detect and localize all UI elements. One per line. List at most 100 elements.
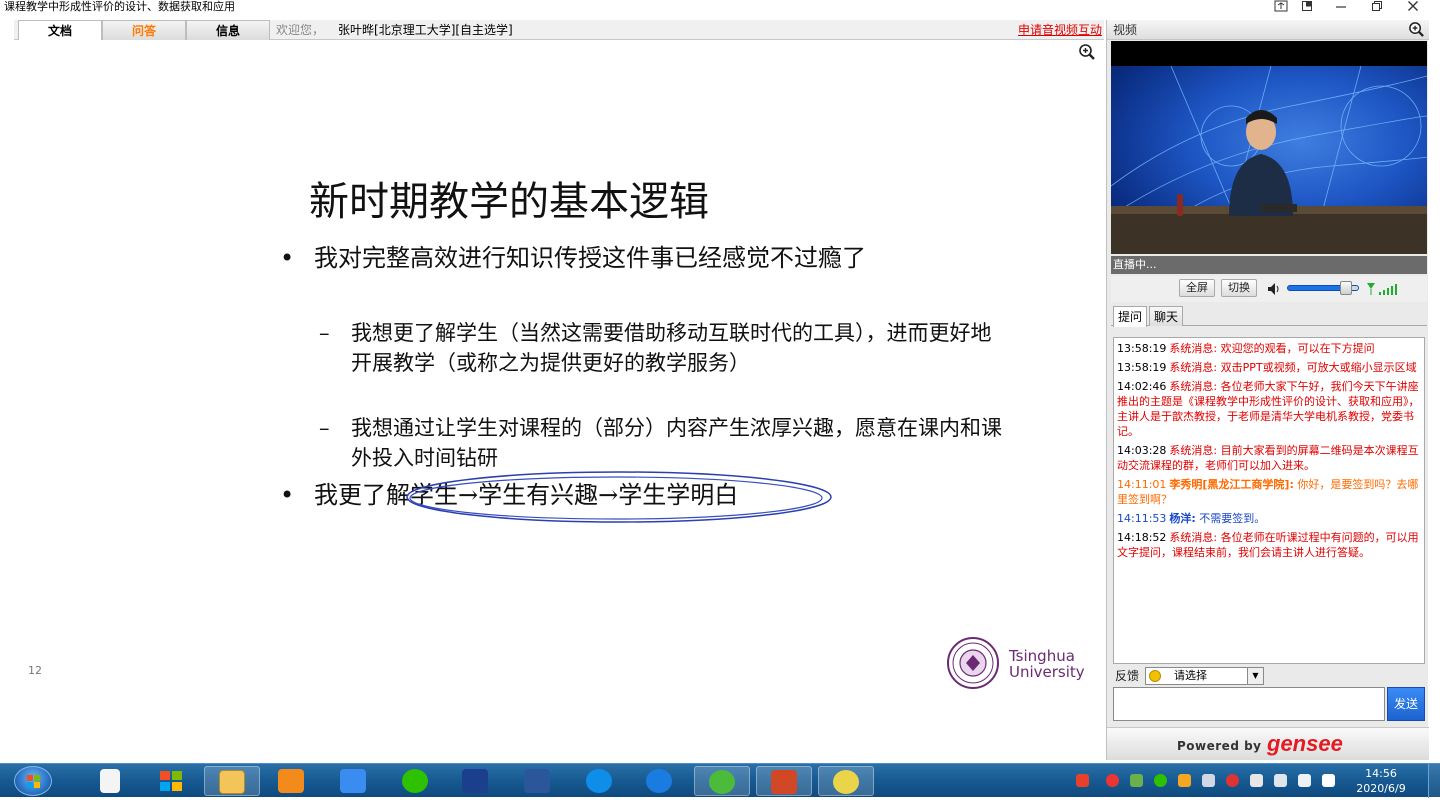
apply-av-interaction-link[interactable]: 申请音视频互动 xyxy=(1018,22,1102,38)
tab-chat[interactable]: 聊天 xyxy=(1149,306,1183,326)
taskbar-app-document[interactable] xyxy=(82,766,138,796)
slide-title: 新时期教学的基本逻辑 xyxy=(309,179,709,225)
taskbar-app-wechat[interactable] xyxy=(388,766,444,796)
taskbar-app-office[interactable] xyxy=(144,766,200,796)
taskbar-app-pdf[interactable] xyxy=(264,766,320,796)
document-area[interactable]: 新时期教学的基本逻辑 • 我对完整高效进行知识传授这件事已经感觉不过瘾了 – 我… xyxy=(14,41,1104,760)
send-button[interactable]: 发送 xyxy=(1387,687,1425,721)
chat-message-log[interactable]: 13:58:19 系统消息: 欢迎您的观看，可以在下方提问 13:58:19 系统消… xyxy=(1113,337,1425,664)
powerpoint-icon xyxy=(771,770,797,794)
windows-logo-icon xyxy=(27,775,40,788)
antivirus-tray-icon[interactable] xyxy=(1226,774,1239,787)
clock-date[interactable]: 2020/6/9 xyxy=(1351,782,1411,796)
bullet-text: 我对完整高效进行知识传授这件事已经感觉不过瘾了 xyxy=(314,244,866,272)
video-panel-header: 视频 xyxy=(1107,20,1429,40)
feedback-label: 反馈 xyxy=(1115,669,1140,683)
chat-message: 14:11:53 杨洋: 不需要签到。 xyxy=(1117,511,1421,526)
printer-tray-icon[interactable] xyxy=(1202,774,1215,787)
live-status-bar: 直播中... xyxy=(1111,256,1427,274)
message-time: 14:02:46 xyxy=(1117,380,1167,393)
security-tray-icon[interactable] xyxy=(1130,774,1143,787)
volume-slider-handle[interactable] xyxy=(1340,281,1353,295)
chat-message: 14:11:01 李秀明[黑龙江工商学院]: 你好，是要签到吗？去哪里签到啊？ xyxy=(1117,477,1421,507)
welcome-label: 欢迎您， xyxy=(276,23,325,37)
sogou-input-tray-icon[interactable] xyxy=(1076,774,1089,787)
restore-small-icon[interactable] xyxy=(1292,0,1322,15)
tab-info[interactable]: 信息 xyxy=(186,20,270,40)
usb-tray-icon[interactable] xyxy=(1250,774,1263,787)
message-time: 14:18:52 xyxy=(1117,531,1167,544)
message-time: 13:58:19 xyxy=(1117,361,1167,374)
sogou-icon xyxy=(646,769,672,793)
subbullet-text: 我想更了解学生（当然这需要借助移动互联时代的工具），进而更好地开展教学（或称之为… xyxy=(351,321,992,375)
volume-tray-icon[interactable] xyxy=(1298,774,1311,787)
teamviewer-icon xyxy=(586,769,612,793)
tab-qa[interactable]: 问答 xyxy=(102,20,186,40)
chevron-down-icon[interactable]: ▼ xyxy=(1247,668,1263,684)
feedback-selected-value: 请选择 xyxy=(1174,669,1207,682)
record-tray-icon[interactable] xyxy=(1106,774,1119,787)
dash-symbol: – xyxy=(319,321,330,345)
document-icon xyxy=(100,769,120,793)
paw-app-icon xyxy=(340,769,366,793)
word-icon xyxy=(524,769,550,793)
flag-tray-icon[interactable] xyxy=(1322,774,1335,787)
powered-by-label: Powered by xyxy=(1177,739,1262,753)
taskbar: 14:56 2020/6/9 xyxy=(0,763,1440,798)
zoom-in-icon[interactable] xyxy=(1408,21,1425,38)
feedback-select[interactable]: 请选择 ▼ xyxy=(1145,667,1264,685)
user-name: 张叶晔[北京理工大学][自主选学] xyxy=(338,23,513,37)
bullet-symbol: • xyxy=(280,244,295,272)
display-tray-icon[interactable] xyxy=(1274,774,1287,787)
logo-line-1: Tsinghua xyxy=(1009,647,1075,665)
tab-questions[interactable]: 提问 xyxy=(1113,306,1147,327)
logo-line-2: University xyxy=(1009,663,1085,681)
wechat-tray-icon[interactable] xyxy=(1154,774,1167,787)
question-input[interactable] xyxy=(1113,687,1385,721)
window-title: 课程教学中形成性评价的设计、数据获取和应用 xyxy=(4,0,235,13)
video-control-bar: 全屏 切换 xyxy=(1111,276,1427,302)
taskbar-app-network[interactable] xyxy=(448,766,504,796)
taskbar-app-explorer[interactable] xyxy=(204,766,260,796)
taskbar-app-paw[interactable] xyxy=(326,766,382,796)
video-letterbox xyxy=(1111,41,1427,66)
taskbar-app-sogou[interactable] xyxy=(632,766,688,796)
tab-document[interactable]: 文档 xyxy=(18,20,102,40)
close-icon[interactable] xyxy=(1398,0,1428,15)
video-frame-image xyxy=(1111,66,1427,254)
slide-page-number: 12 xyxy=(28,664,42,677)
speaker-icon[interactable] xyxy=(1266,281,1282,300)
tsinghua-wordmark: Tsinghua University xyxy=(1009,648,1085,680)
taskbar-app-powerpoint[interactable] xyxy=(756,766,812,796)
taskbar-app-teamviewer[interactable] xyxy=(572,766,628,796)
switch-button[interactable]: 切换 xyxy=(1221,279,1257,297)
fullscreen-button[interactable]: 全屏 xyxy=(1179,279,1215,297)
chat-message: 13:58:19 系统消息: 欢迎您的观看，可以在下方提问 xyxy=(1117,341,1421,356)
folder-icon xyxy=(219,770,245,794)
welcome-text: 欢迎您， 张叶晔[北京理工大学][自主选学] xyxy=(276,22,513,38)
chat-message: 14:03:28 系统消息: 目前大家看到的屏幕二维码是本次课程互动交流课程的群，… xyxy=(1117,443,1421,473)
message-text: 系统消息: 欢迎您的观看，可以在下方提问 xyxy=(1169,342,1375,355)
clock-time[interactable]: 14:56 xyxy=(1351,767,1411,781)
message-time: 14:03:28 xyxy=(1117,444,1167,457)
powered-by-bar: Powered by gensee xyxy=(1107,727,1429,760)
start-button[interactable] xyxy=(14,766,52,796)
right-panel: 视频 直播中... 全屏 切换 提问 聊天 13:58:19 系统消息: 欢迎您… xyxy=(1106,20,1429,760)
minimize-icon[interactable] xyxy=(1326,0,1356,15)
taskbar-app-gensee[interactable] xyxy=(818,766,874,796)
show-desktop-button[interactable] xyxy=(1428,764,1440,798)
qq-tray-icon[interactable] xyxy=(1178,774,1191,787)
live-video-feed[interactable] xyxy=(1111,66,1427,254)
chat-message: 14:18:52 系统消息: 各位老师在听课过程中有问题的，可以用文字提问，课程结… xyxy=(1117,530,1421,560)
taskbar-app-browser[interactable] xyxy=(694,766,750,796)
zoom-in-icon[interactable] xyxy=(1078,43,1096,61)
tab-bar: 文档 问答 信息 欢迎您， 张叶晔[北京理工大学][自主选学] 申请音视频互动 xyxy=(14,20,1104,40)
taskbar-app-word[interactable] xyxy=(510,766,566,796)
office-icon xyxy=(158,769,184,793)
subbullet-text: 我想通过让学生对课程的（部分）内容产生浓厚兴趣，愿意在课内和课外投入时间钻研 xyxy=(351,416,1002,470)
message-text: 系统消息: 双击PPT或视频，可放大或缩小显示区域 xyxy=(1169,361,1417,374)
chat-message: 14:02:46 系统消息: 各位老师大家下午好，我们今天下午讲座推出的主题是《课… xyxy=(1117,379,1421,439)
maximize-icon[interactable] xyxy=(1362,0,1392,15)
window-titlebar: 课程教学中形成性评价的设计、数据获取和应用 xyxy=(0,0,1440,15)
bullet-symbol: • xyxy=(280,481,295,509)
